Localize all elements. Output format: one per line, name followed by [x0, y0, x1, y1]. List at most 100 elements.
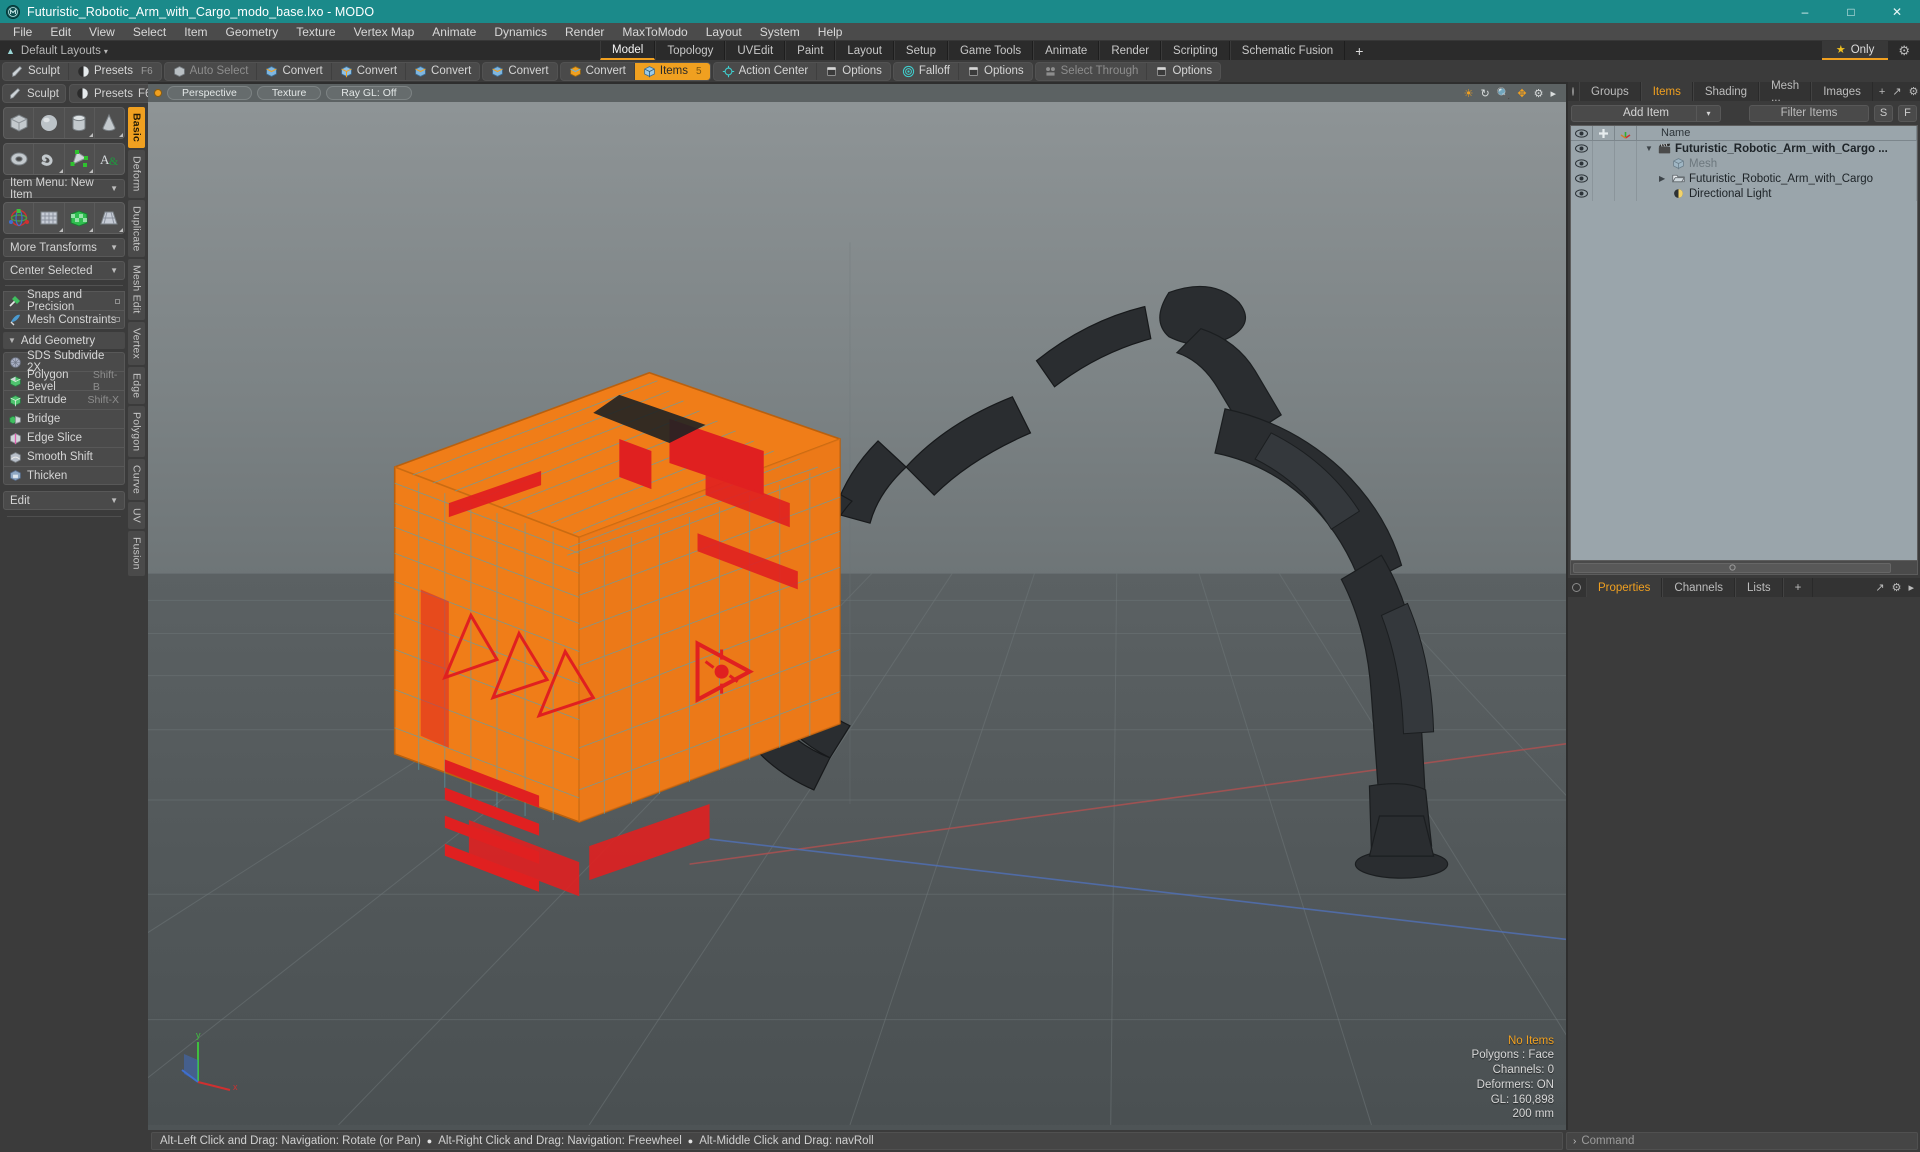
menu-item-vertex-map[interactable]: Vertex Map [345, 23, 424, 41]
chevron-down-icon[interactable]: ▾ [1696, 105, 1720, 121]
gear-icon[interactable]: ⚙ [1909, 85, 1919, 98]
vtab-duplicate[interactable]: Duplicate [128, 199, 145, 258]
rotate-icon[interactable]: ↻ [1480, 87, 1489, 100]
right-tab-groups[interactable]: Groups [1579, 82, 1641, 101]
layout-tab-layout[interactable]: Layout [835, 41, 894, 60]
viewport-active-dot[interactable] [154, 89, 162, 97]
viewport-raygl-toggle[interactable]: Ray GL: Off [326, 86, 412, 100]
layout-tab-animate[interactable]: Animate [1033, 41, 1100, 60]
right-tab-shading[interactable]: Shading [1692, 82, 1760, 101]
row-axis-cell[interactable] [1615, 156, 1637, 171]
add-prop-tab-button[interactable]: + [1782, 578, 1814, 597]
spiral-icon[interactable] [34, 144, 64, 174]
layout-tab-scripting[interactable]: Scripting [1161, 41, 1230, 60]
menu-item-dynamics[interactable]: Dynamics [485, 23, 556, 41]
mode-button-convert[interactable]: Convert [332, 62, 407, 80]
menu-item-file[interactable]: File [4, 23, 41, 41]
table-row[interactable]: Mesh [1571, 156, 1917, 171]
menu-item-layout[interactable]: Layout [697, 23, 751, 41]
cylinder-icon[interactable] [64, 108, 94, 138]
menu-item-edit[interactable]: Edit [41, 23, 80, 41]
vtab-curve[interactable]: Curve [128, 459, 145, 501]
snaps-options-box[interactable] [115, 298, 120, 304]
left-presets-button[interactable]: Presets F6 [68, 84, 159, 103]
vtab-polygon[interactable]: Polygon [128, 406, 145, 458]
layout-tab-model[interactable]: Model [600, 41, 656, 60]
constraints-options-box[interactable] [115, 317, 120, 322]
mode-button-convert[interactable]: Convert [257, 62, 332, 80]
layout-tab-setup[interactable]: Setup [893, 41, 948, 60]
mode-button-auto-select[interactable]: Auto Select [165, 62, 258, 80]
more-transforms-dropdown[interactable]: More Transforms ▼ [3, 238, 125, 257]
mode-button-select-through[interactable]: Select Through [1036, 62, 1148, 80]
menu-item-item[interactable]: Item [175, 23, 216, 41]
tool-smooth-shift[interactable]: Smooth Shift [3, 447, 125, 466]
add-tab-button[interactable]: + [1879, 86, 1885, 98]
menu-item-render[interactable]: Render [556, 23, 613, 41]
filter-f-button[interactable]: F [1898, 104, 1917, 122]
edit-dropdown[interactable]: Edit ▼ [3, 491, 125, 510]
3d-viewport[interactable]: No Items Polygons : Face Channels: 0 Def… [148, 102, 1566, 1130]
cube-icon[interactable] [4, 108, 34, 138]
mode-button-options[interactable]: Options [959, 63, 1032, 80]
vtab-deform[interactable]: Deform [128, 150, 145, 198]
minimize-button[interactable]: – [1782, 0, 1828, 23]
command-input[interactable]: › Command [1566, 1132, 1918, 1150]
tool-bridge[interactable]: Bridge [3, 409, 125, 428]
add-layout-tab-button[interactable]: + [1345, 41, 1373, 60]
cone-icon[interactable] [94, 108, 124, 138]
table-row[interactable]: Directional Light [1571, 186, 1917, 201]
viewport-shading-texture[interactable]: Texture [256, 86, 322, 100]
menu-item-texture[interactable]: Texture [287, 23, 344, 41]
move-icon[interactable]: ✥ [1517, 87, 1526, 100]
vtab-vertex[interactable]: Vertex [128, 321, 145, 365]
row-visibility-toggle[interactable] [1571, 141, 1593, 156]
gear-icon[interactable]: ⚙ [1892, 581, 1902, 594]
mode-button-items[interactable]: Items 5 [634, 62, 710, 80]
mode-button-convert[interactable]: Convert [561, 62, 635, 80]
layout-tab-uvedit[interactable]: UVEdit [725, 41, 786, 60]
row-visibility-toggle[interactable] [1571, 186, 1593, 201]
add-item-button[interactable]: Add Item ▾ [1571, 104, 1721, 122]
vtab-uv[interactable]: UV [128, 502, 145, 530]
zoom-icon[interactable]: 🔍 [1497, 87, 1511, 100]
layout-tab-game-tools[interactable]: Game Tools [947, 41, 1034, 60]
expand-icon[interactable]: ↗ [1875, 581, 1884, 594]
tool-edge-slice[interactable]: Edge Slice [3, 428, 125, 447]
only-toggle-button[interactable]: ★ Only [1821, 41, 1889, 60]
mode-button-sculpt[interactable]: Sculpt [3, 62, 69, 80]
deform-checker-icon[interactable] [64, 203, 94, 233]
menu-item-view[interactable]: View [80, 23, 124, 41]
row-axis-cell[interactable] [1615, 171, 1637, 186]
row-lock-cell[interactable] [1593, 186, 1615, 201]
mode-button-falloff[interactable]: Falloff [894, 62, 959, 80]
menu-item-select[interactable]: Select [124, 23, 175, 41]
default-layouts-control[interactable]: ▲ Default Layouts ▾ [0, 41, 170, 60]
mode-button-convert[interactable]: Convert [483, 63, 556, 80]
mode-button-options[interactable]: Options [1147, 63, 1220, 80]
chevron-right-icon[interactable]: ▸ [1550, 87, 1556, 100]
row-visibility-toggle[interactable] [1571, 156, 1593, 171]
vtab-edge[interactable]: Edge [128, 366, 145, 405]
table-row[interactable]: ▼ Futuristic_Robotic_Arm_with_Cargo ... [1571, 141, 1917, 156]
layout-tab-paint[interactable]: Paint [785, 41, 836, 60]
properties-menu-dot[interactable] [1572, 583, 1581, 592]
item-menu-dropdown[interactable]: Item Menu: New Item ▼ [3, 177, 125, 201]
close-button[interactable]: ✕ [1874, 0, 1920, 23]
mode-button-action-center[interactable]: Action Center [714, 62, 818, 80]
row-name-cell[interactable]: ▶ Futuristic_Robotic_Arm_with_Cargo [1637, 171, 1917, 186]
menu-item-animate[interactable]: Animate [423, 23, 485, 41]
layout-tab-topology[interactable]: Topology [655, 41, 726, 60]
bend-grid-icon[interactable] [34, 203, 64, 233]
tool-thicken[interactable]: Thicken [3, 466, 125, 485]
prop-tab-lists[interactable]: Lists [1735, 578, 1783, 597]
tool-extrude[interactable]: Extrude Shift-X [3, 390, 125, 409]
torus-icon[interactable] [4, 144, 34, 174]
vtab-mesh-edit[interactable]: Mesh Edit [128, 259, 145, 320]
row-lock-cell[interactable] [1593, 156, 1615, 171]
sphere-icon[interactable] [34, 108, 64, 138]
add-geometry-group-header[interactable]: ▼ Add Geometry [3, 332, 125, 349]
row-axis-cell[interactable] [1615, 141, 1637, 156]
scrollbar-thumb[interactable] [1573, 562, 1892, 573]
center-selected-dropdown[interactable]: Center Selected ▼ [3, 261, 125, 280]
